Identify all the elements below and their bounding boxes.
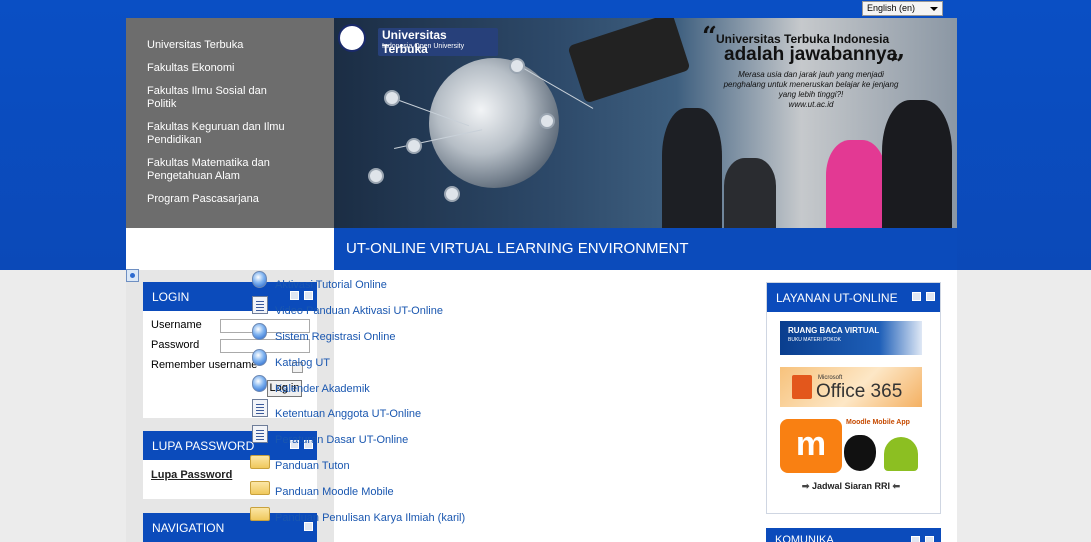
- faculty-menu: Universitas Terbuka Fakultas Ekonomi Fak…: [126, 18, 334, 228]
- ruang-baca-banner[interactable]: RUANG BACA VIRTUAL BUKU MATERI POKOK: [780, 321, 922, 355]
- login-block-title: LOGIN: [152, 290, 190, 304]
- folder-icon: [250, 455, 270, 470]
- edit-icon[interactable]: [126, 269, 139, 282]
- logo-subtitle: Indonesia Open University: [382, 43, 465, 50]
- language-select[interactable]: English (en): [862, 1, 943, 16]
- dock-icon[interactable]: [912, 292, 921, 301]
- list-item[interactable]: Ketentuan Anggota UT-Online: [252, 399, 632, 425]
- layanan-title: LAYANAN UT-ONLINE: [776, 291, 898, 305]
- banner-slogan-text: Merasa usia dan jarak jauh yang menjadi …: [723, 70, 899, 99]
- person-graphic: [882, 100, 952, 228]
- folder-icon: [250, 481, 270, 496]
- moodle-logo-icon: m: [780, 419, 842, 473]
- banner-slogan-url: www.ut.ac.id: [788, 100, 834, 109]
- list-item[interactable]: Peraturan Dasar UT-Online: [252, 425, 632, 451]
- link-ketentuan-anggota[interactable]: Ketentuan Anggota UT-Online: [275, 408, 421, 420]
- jadwal-rri-link[interactable]: ➡ Jadwal Siaran RRI ⬅: [780, 481, 922, 495]
- android-icon: [884, 437, 918, 471]
- network-node-icon: [384, 90, 400, 106]
- collapse-icon[interactable]: [925, 536, 934, 542]
- jadwal-label: Jadwal Siaran RRI: [811, 481, 891, 491]
- network-node-icon: [368, 168, 384, 184]
- network-node-icon: [444, 186, 460, 202]
- ruang-baca-title: RUANG BACA VIRTUAL: [788, 326, 880, 335]
- arrow-right-icon: ➡: [801, 481, 810, 491]
- logo-title: Universitas Terbuka: [378, 28, 498, 56]
- password-label: Password: [151, 339, 200, 351]
- faculty-item-fkip[interactable]: Fakultas Keguruan dan Ilmu Pendidikan: [147, 121, 297, 147]
- globe-icon: [252, 271, 267, 288]
- folder-icon: [250, 507, 270, 522]
- header-gap: [126, 228, 334, 270]
- ruang-baca-subtitle: BUKU MATERI POKOK: [788, 337, 841, 343]
- collapse-icon[interactable]: [926, 292, 935, 301]
- globe-icon: [252, 374, 267, 392]
- language-selected: English (en): [867, 3, 916, 13]
- link-panduan-moodle-mobile[interactable]: Panduan Moodle Mobile: [275, 486, 394, 498]
- list-item[interactable]: Panduan Penulisan Karya Ilmiah (karil): [250, 503, 632, 529]
- list-item[interactable]: Panduan Tuton: [250, 451, 632, 477]
- dock-icon[interactable]: [911, 536, 920, 542]
- lupa-password-title: LUPA PASSWORD: [152, 439, 255, 453]
- document-icon: [252, 295, 268, 314]
- network-node-icon: [406, 138, 422, 154]
- faculty-item-fmipa[interactable]: Fakultas Matematika dan Pengetahuan Alam: [147, 157, 297, 183]
- list-item[interactable]: Sistem Registrasi Online: [252, 322, 632, 348]
- office365-banner[interactable]: Microsoft Office 365: [780, 367, 922, 407]
- link-video-panduan[interactable]: Video Panduan Aktivasi UT-Online: [275, 305, 443, 317]
- globe-icon: [252, 322, 267, 340]
- globe-icon: [252, 348, 267, 366]
- remember-label: Remember username: [151, 359, 258, 371]
- link-kalender-akademik[interactable]: Kalender Akademik: [275, 383, 370, 395]
- arrow-left-icon: ⬅: [892, 481, 901, 491]
- komunika-title: KOMUNIKA: [775, 534, 834, 542]
- moodle-app-banner[interactable]: m Moodle Mobile App: [780, 419, 922, 473]
- open-quote-icon: “: [702, 22, 717, 52]
- chevron-down-icon: [930, 7, 938, 11]
- link-sistem-registrasi[interactable]: Sistem Registrasi Online: [275, 331, 395, 343]
- network-node-icon: [509, 58, 525, 74]
- link-aktivasi-tutorial[interactable]: Aktivasi Tutorial Online: [275, 279, 387, 291]
- tablet-graphic: [567, 18, 691, 104]
- banner-slogan-body: Merasa usia dan jarak jauh yang menjadi …: [718, 70, 904, 110]
- layanan-header: LAYANAN UT-ONLINE: [767, 283, 940, 312]
- office-name: Office 365: [816, 381, 903, 402]
- faculty-item-ekonomi[interactable]: Fakultas Ekonomi: [147, 62, 297, 75]
- list-item[interactable]: Katalog UT: [252, 348, 632, 374]
- banner-image: Universitas Terbuka Indonesia Open Unive…: [334, 18, 957, 228]
- link-panduan-tuton[interactable]: Panduan Tuton: [275, 460, 350, 472]
- link-katalog-ut[interactable]: Katalog UT: [275, 357, 330, 369]
- faculty-item-universitas-terbuka[interactable]: Universitas Terbuka: [147, 39, 297, 52]
- network-node-icon: [539, 113, 555, 129]
- person-graphic: [724, 158, 776, 228]
- document-icon: [252, 399, 268, 418]
- ut-emblem-icon: [338, 24, 366, 52]
- komunika-block-header: KOMUNIKA: [766, 528, 941, 542]
- link-peraturan-dasar[interactable]: Peraturan Dasar UT-Online: [275, 434, 408, 446]
- faculty-item-pascasarjana[interactable]: Program Pascasarjana: [147, 193, 297, 206]
- layanan-block: LAYANAN UT-ONLINE RUANG BACA VIRTUAL BUK…: [766, 282, 941, 514]
- list-item[interactable]: Panduan Moodle Mobile: [250, 477, 632, 503]
- list-item[interactable]: Aktivasi Tutorial Online: [252, 270, 632, 296]
- office-logo-icon: [792, 375, 812, 399]
- list-item[interactable]: Video Panduan Aktivasi UT-Online: [252, 295, 632, 322]
- document-icon: [252, 425, 268, 444]
- moodle-app-label: Moodle Mobile App: [846, 419, 910, 426]
- username-label: Username: [151, 319, 202, 331]
- person-graphic: [826, 140, 886, 228]
- page-title: UT-ONLINE VIRTUAL LEARNING ENVIRONMENT: [334, 228, 957, 270]
- list-item[interactable]: Kalender Akademik: [252, 374, 632, 400]
- apple-icon: [844, 435, 876, 471]
- banner-slogan-line2: adalah jawabannya: [724, 44, 898, 65]
- faculty-item-fisip[interactable]: Fakultas Ilmu Sosial dan Politik: [147, 85, 297, 111]
- ut-logo: Universitas Terbuka Indonesia Open Unive…: [338, 22, 498, 58]
- person-graphic: [662, 108, 722, 228]
- main-link-list: Aktivasi Tutorial Online Video Panduan A…: [250, 270, 632, 529]
- navigation-title: NAVIGATION: [152, 521, 225, 535]
- link-panduan-karil[interactable]: Panduan Penulisan Karya Ilmiah (karil): [275, 512, 465, 524]
